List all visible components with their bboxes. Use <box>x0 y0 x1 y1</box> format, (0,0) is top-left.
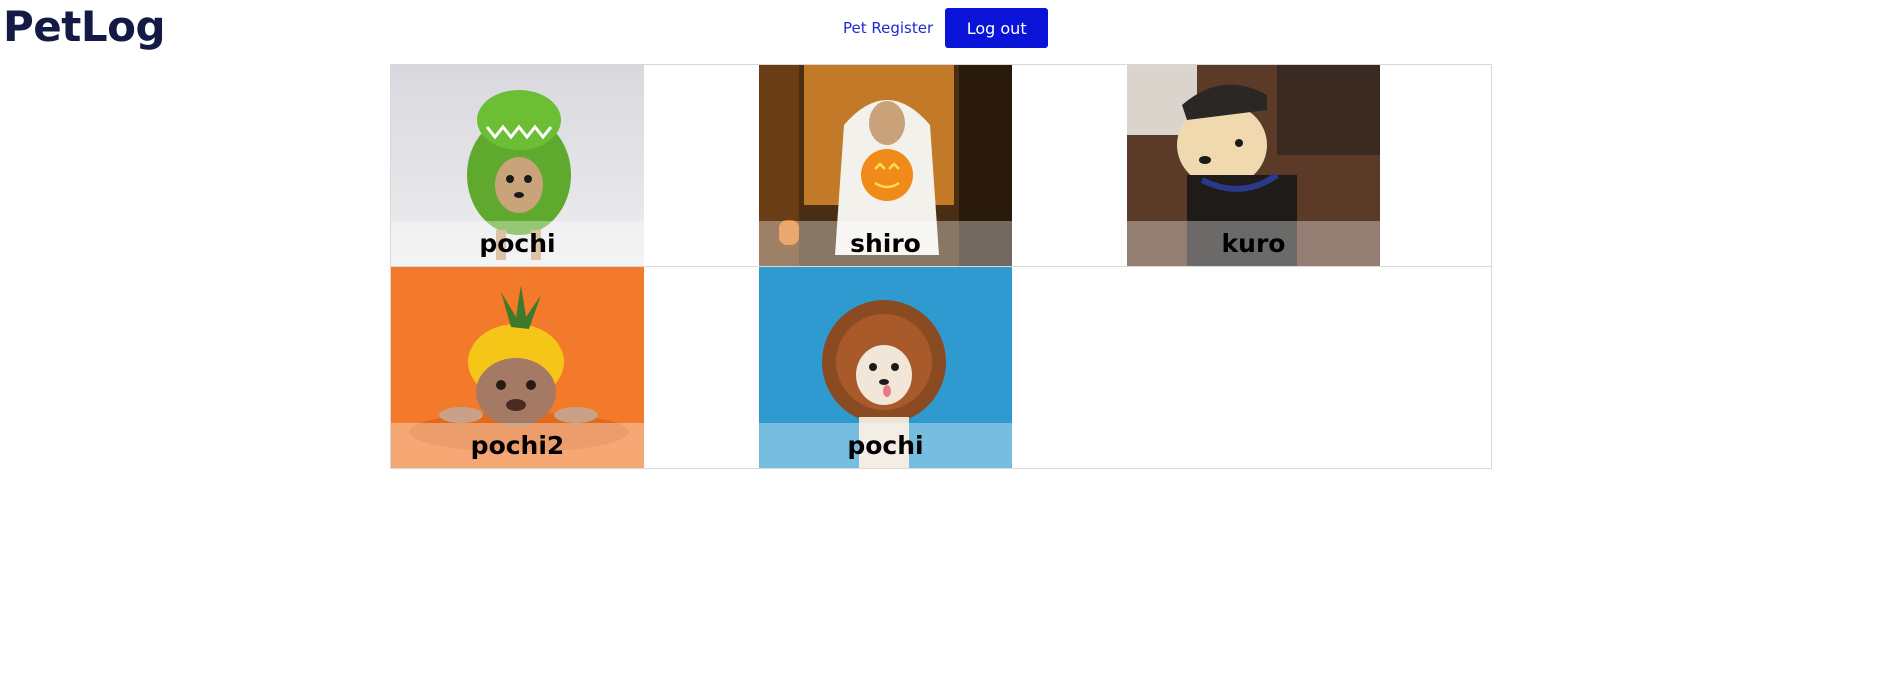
app-logo[interactable]: PetLog <box>3 2 166 51</box>
pet-name: pochi <box>759 423 1012 468</box>
pet-name: pochi <box>391 221 644 266</box>
pet-card[interactable]: pochi <box>759 267 1012 468</box>
pet-name: pochi2 <box>391 423 644 468</box>
pet-card[interactable]: shiro <box>759 65 1012 266</box>
pet-name: shiro <box>759 221 1012 266</box>
pet-grid: pochi shiro kuro pochi2 pochi <box>390 64 1492 469</box>
logout-button[interactable]: Log out <box>945 8 1049 48</box>
pet-register-link[interactable]: Pet Register <box>843 19 933 37</box>
pet-card[interactable]: pochi <box>391 65 644 266</box>
pet-card[interactable]: pochi2 <box>391 267 644 468</box>
pet-name: kuro <box>1127 221 1380 266</box>
top-nav: Pet Register Log out <box>843 8 1049 48</box>
pet-card[interactable]: kuro <box>1127 65 1380 266</box>
header: PetLog Pet Register Log out <box>0 0 1877 64</box>
